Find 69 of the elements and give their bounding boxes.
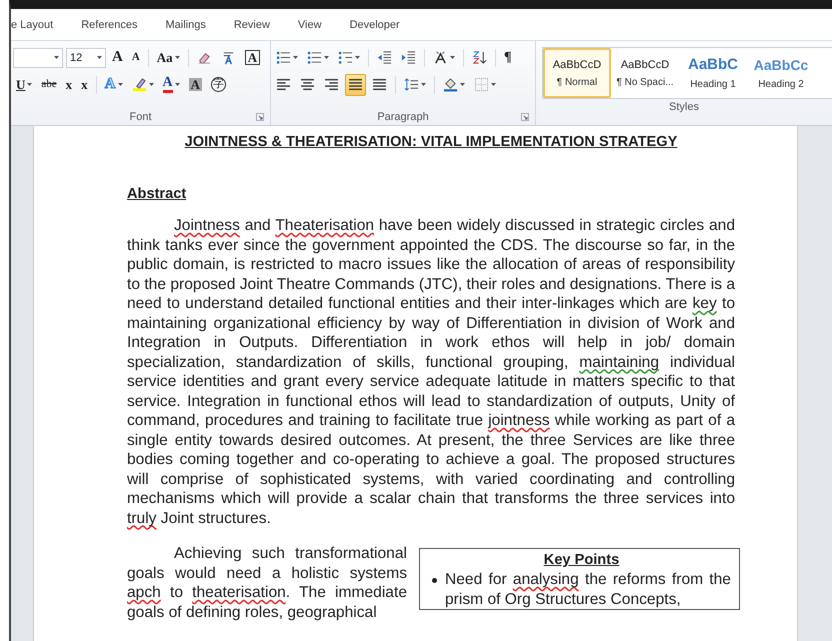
caret-icon xyxy=(97,56,102,59)
body-paragraph: Achieving such transformational goals would need a holistic systems apch to theaterisation. The immediate goals of defining roles, geographical xyxy=(127,544,407,622)
paint-bucket-icon xyxy=(443,77,458,92)
caret-icon xyxy=(118,83,122,86)
caret-icon xyxy=(460,83,465,86)
enclose-characters-button[interactable]: 字 xyxy=(208,74,230,96)
ribbon-tab[interactable]: Developer xyxy=(336,18,414,30)
justify-button[interactable] xyxy=(345,74,366,96)
style-preset[interactable]: AaBbCc Heading 2 xyxy=(747,48,815,98)
caret-icon xyxy=(174,83,180,86)
style-preset[interactable]: AaBbCcD ¶ Normal xyxy=(543,48,611,98)
underline-button[interactable]: U xyxy=(13,74,36,96)
bullet-icon xyxy=(432,578,437,583)
caret-icon xyxy=(54,56,59,59)
borders-icon xyxy=(474,77,489,92)
caret-icon xyxy=(148,83,154,86)
strikethrough-button[interactable]: abe xyxy=(38,74,60,96)
style-preset[interactable]: AaBbC Heading 1 xyxy=(679,48,747,98)
section-heading: Abstract xyxy=(127,186,188,202)
document-title: JOINTNESS & THEATERISATION: VITAL IMPLEMENTATION STRATEGY xyxy=(184,134,678,150)
caret-icon xyxy=(27,83,32,86)
font-size-field[interactable]: 12 xyxy=(66,48,106,68)
grow-font-button[interactable]: A xyxy=(109,46,126,68)
ribbon-tab[interactable]: References xyxy=(67,18,152,30)
dialog-launcher-icon[interactable] xyxy=(521,113,529,121)
multilevel-list-icon xyxy=(338,50,353,65)
caret-icon xyxy=(324,56,329,59)
ribbon-tab[interactable]: Review xyxy=(220,18,284,30)
increase-indent-icon xyxy=(401,50,416,65)
subscript-button[interactable]: x xyxy=(62,74,76,96)
caret-icon xyxy=(491,83,496,86)
ribbon-tab[interactable]: Mailings xyxy=(151,18,220,30)
shrink-font-button[interactable]: A xyxy=(128,46,143,68)
dialog-launcher-icon[interactable] xyxy=(256,113,264,121)
caret-icon xyxy=(355,56,360,59)
group-label: Styles xyxy=(669,101,699,113)
ribbon-tab[interactable]: e Layout xyxy=(11,18,68,30)
change-case-button[interactable]: Aa xyxy=(154,46,183,68)
align-right-icon xyxy=(324,77,339,92)
highlighter-icon xyxy=(132,77,146,92)
decrease-indent-icon xyxy=(377,50,392,65)
character-shading-button[interactable]: A xyxy=(186,74,206,96)
group-label: Font xyxy=(129,111,152,123)
bullet-text: Need for analysing the reforms from the prism of Org Structures Concepts, xyxy=(445,570,731,609)
character-border-button[interactable]: A xyxy=(242,46,264,68)
distributed-icon xyxy=(372,77,387,92)
sort-icon xyxy=(472,50,487,65)
caret-icon xyxy=(174,56,180,59)
group-label: Paragraph xyxy=(377,111,429,123)
font-size-value: 12 xyxy=(70,52,82,64)
caret-icon xyxy=(450,56,455,59)
eraser-icon xyxy=(196,50,212,65)
numbered-list-icon xyxy=(307,50,322,65)
style-preset[interactable]: AaBbCcD ¶ No Spaci... xyxy=(611,48,679,98)
superscript-button[interactable]: x xyxy=(78,74,91,96)
justify-icon xyxy=(348,77,363,92)
caret-icon xyxy=(293,56,298,59)
ribbon-tab[interactable]: View xyxy=(284,18,336,30)
letter-spacing-icon xyxy=(433,50,448,65)
align-center-icon xyxy=(300,77,315,92)
show-marks-button[interactable]: ¶ xyxy=(501,46,515,68)
line-spacing-icon xyxy=(404,77,419,92)
abstract-paragraph: Jointness and Theaterisation have been widely discussed in strategic circles and think tanks ever since the government appointed the CDS. The discourse so far, in the public domain, is restricted to macro issues like the allocation of areas of responsibility to the proposed Joint Theatre Commands (JTC), their roles and designations. There is a need to understand detailed functional entities and their inter-linkages which are key to maintaining organizational efficiency by way of Differentiation in division of Work and Integration in Outputs. Differentiation in work ethos will help in job/ domain specialization, standardization of skills, functional grouping, maintaining individual service identities and grant every service adequate latitude in matters specific to that service. Integration in functional ethos will lead to standardization of outputs, Unity of command, procedures and training to facilitate true jointness while working as part of a single entity towards desired outcomes. At present, the three Services are like three bodies coming together and co-operating to achieve a goal. The proposed structures will comprise of sophisticated systems, with varied coordinating and controlling mechanisms which will provide a scalar chain that transforms the three services into truly Joint structures. xyxy=(127,216,735,528)
font-color-button[interactable]: A xyxy=(160,74,183,96)
key-points-title: Key Points xyxy=(542,551,620,570)
align-left-icon xyxy=(276,77,291,92)
caret-icon xyxy=(421,83,426,86)
bullet-list-icon xyxy=(276,50,291,65)
font-name-field[interactable] xyxy=(13,48,63,68)
